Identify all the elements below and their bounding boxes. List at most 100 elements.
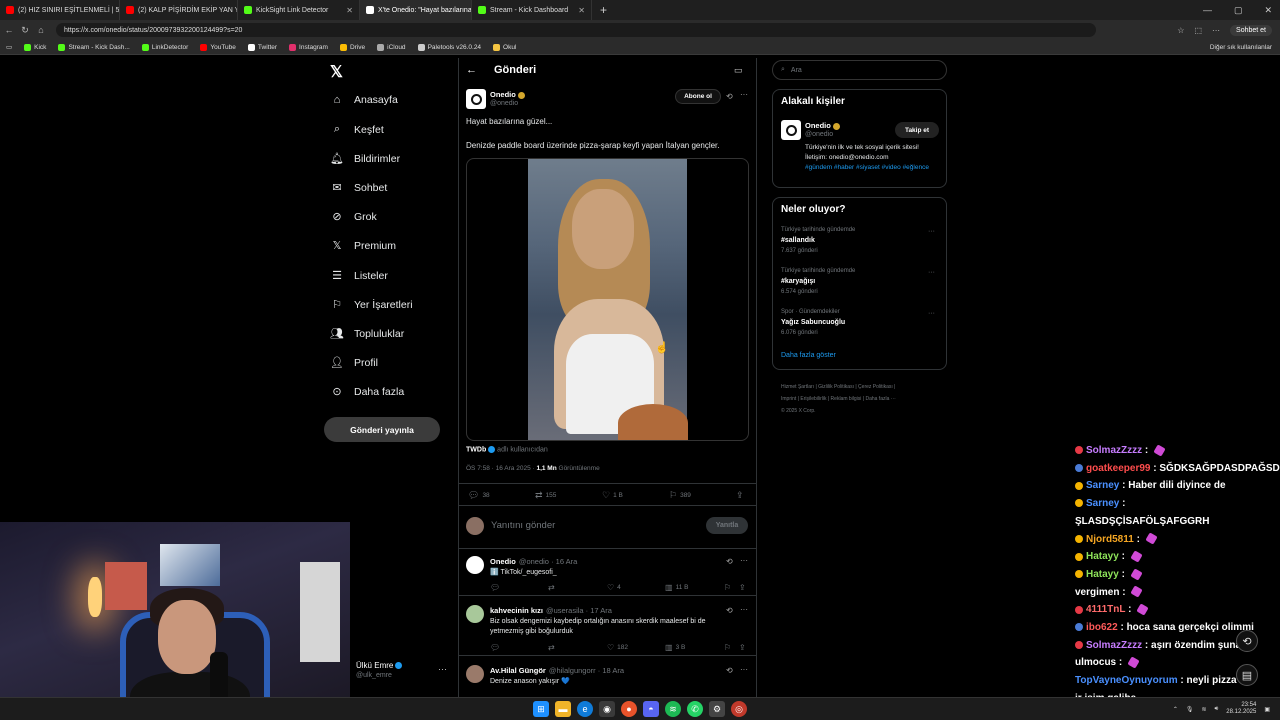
chat-overlay-icon[interactable]: ▤: [1236, 664, 1258, 686]
chat-username[interactable]: goatkeeper99: [1086, 463, 1150, 474]
bookmark-item[interactable]: YouTube: [200, 43, 236, 51]
home-icon[interactable]: ⌂: [34, 25, 48, 35]
nav-item[interactable]: 👤︎ Profil: [330, 356, 378, 370]
sync-icon[interactable]: ⟲: [1236, 630, 1258, 652]
chat-username[interactable]: Hatayy: [1086, 551, 1119, 562]
avatar[interactable]: [466, 556, 484, 574]
nav-item[interactable]: ⌕ Keşfet: [330, 123, 384, 136]
edge-icon[interactable]: e: [577, 701, 593, 717]
trend-name[interactable]: #sallandık: [781, 237, 815, 244]
grok-icon[interactable]: ⟲: [726, 92, 733, 101]
comment-action[interactable]: ♡ 4: [607, 583, 621, 592]
related-name[interactable]: Onedio: [805, 121, 840, 130]
nav-item[interactable]: ⌂ Anasayfa: [330, 94, 398, 106]
other-bookmarks[interactable]: Diğer sık kullanılanlar: [1210, 44, 1280, 51]
comment-action[interactable]: 💬︎: [490, 583, 500, 592]
nav-item[interactable]: ⊙ Daha fazla: [330, 385, 404, 399]
comment-action[interactable]: ⚐: [724, 583, 731, 592]
comment-action[interactable]: ⇄: [548, 643, 555, 652]
url-bar[interactable]: https://x.com/onedio/status/200097393220…: [56, 23, 1096, 37]
chat-username[interactable]: TopVayneOynuyorum: [1075, 675, 1178, 686]
like-action[interactable]: ♡ 1 B: [602, 490, 623, 501]
mic-icon[interactable]: 🎙︎: [1186, 706, 1194, 713]
chat-username[interactable]: 4111TnL: [1086, 604, 1125, 615]
more-icon[interactable]: ···: [740, 90, 748, 99]
bookmark-item[interactable]: Instagram: [289, 43, 328, 51]
nav-item[interactable]: ✉ Sohbet: [330, 181, 387, 195]
bookmark-item[interactable]: Twitter: [247, 43, 277, 51]
chat-username[interactable]: ulmocus: [1075, 657, 1116, 668]
close-icon[interactable]: ✕: [1264, 5, 1272, 16]
grok-icon[interactable]: ⟲: [726, 666, 733, 675]
app-icon[interactable]: ⚙: [709, 701, 725, 717]
browser-tab[interactable]: X'te Onedio: "Hayat bazılarına✕: [360, 0, 472, 20]
avatar[interactable]: [781, 120, 801, 140]
trend-name[interactable]: Yağız Sabuncuoğlu: [781, 319, 845, 326]
share-action[interactable]: ⇪: [736, 490, 744, 501]
post-video[interactable]: [466, 158, 749, 441]
comment-author[interactable]: Av.Hilal Güngör @hilalgungorr · 18 Ara: [490, 666, 624, 675]
record-icon[interactable]: ◎: [731, 701, 747, 717]
bookmark-item[interactable]: iCloud: [377, 43, 406, 51]
browser-icon[interactable]: ●: [621, 701, 637, 717]
more-icon[interactable]: ···: [928, 269, 935, 276]
windows-start-icon[interactable]: ⊞: [533, 701, 549, 717]
file-explorer-icon[interactable]: ▬: [555, 701, 571, 717]
reply-button[interactable]: Yanıtla: [706, 517, 748, 534]
grok-icon[interactable]: ⟲: [726, 557, 733, 566]
post-author-name[interactable]: Onedio: [490, 90, 525, 99]
chat-username[interactable]: Hatayy: [1086, 569, 1119, 580]
reader-icon[interactable]: ▭: [734, 65, 743, 76]
refresh-icon[interactable]: ↻: [18, 25, 32, 36]
comment-action[interactable]: ▥ 3 B: [665, 643, 685, 652]
avatar[interactable]: [466, 605, 484, 623]
back-icon[interactable]: ←: [2, 25, 16, 35]
clock[interactable]: 23:54 28.12.2025: [1226, 702, 1256, 716]
post-button[interactable]: Gönderi yayınla: [324, 417, 440, 442]
search-input[interactable]: ⌕ Ara: [772, 60, 947, 80]
avatar[interactable]: [466, 665, 484, 683]
back-arrow-icon[interactable]: ←: [466, 64, 477, 76]
show-more-link[interactable]: Daha fazla göster: [781, 352, 836, 359]
star-icon[interactable]: ☆: [1177, 26, 1184, 35]
more-icon[interactable]: ···: [438, 664, 447, 674]
close-tab-icon[interactable]: ✕: [346, 6, 353, 15]
comment-action[interactable]: ▥ 11 B: [665, 583, 688, 592]
menu-icon[interactable]: ···: [1212, 26, 1220, 35]
discord-icon[interactable]: ◓: [643, 701, 659, 717]
reply-action[interactable]: 💬︎ 38: [468, 490, 490, 501]
nav-item[interactable]: 👥︎ Topluluklar: [330, 327, 404, 341]
chat-username[interactable]: SolmazZzzz: [1086, 640, 1142, 651]
sidebar-toggle-icon[interactable]: ▭: [6, 43, 12, 51]
volume-icon[interactable]: 🔊︎: [1215, 706, 1219, 713]
post-author-handle[interactable]: @onedio: [490, 100, 518, 107]
account-switcher[interactable]: Ülkü Emre @ulk_emre: [356, 661, 403, 679]
bookmark-item[interactable]: Drive: [339, 43, 365, 51]
bio-tags[interactable]: #gündem #haber #siyaset #video #eğlence: [805, 164, 929, 171]
nav-item[interactable]: ☰ Listeler: [330, 269, 388, 283]
x-logo-icon[interactable]: 𝕏: [330, 62, 343, 82]
nav-item[interactable]: ⊘ Grok: [330, 210, 376, 224]
reply-input[interactable]: Yanıtını gönder: [491, 520, 555, 531]
tray-arrow-icon[interactable]: ⌃: [1173, 706, 1178, 713]
browser-tab[interactable]: KickSight Link Detector ✕: [238, 0, 360, 20]
bookmark-item[interactable]: Paletools v26.0.24: [417, 43, 481, 51]
avatar[interactable]: [466, 89, 486, 109]
browser-tab[interactable]: (2) KALP PİŞİRDİM EKİP YAN YATTI✕: [120, 0, 238, 20]
spotify-icon[interactable]: ≋: [665, 701, 681, 717]
comment-action[interactable]: ⇪: [739, 583, 746, 592]
follow-button[interactable]: Takip et: [895, 122, 939, 138]
comment-action[interactable]: ♡ 182: [607, 643, 628, 652]
minimize-icon[interactable]: —: [1203, 5, 1212, 15]
steam-icon[interactable]: ◉: [599, 701, 615, 717]
bookmark-item[interactable]: LinkDetector: [141, 43, 188, 51]
more-icon[interactable]: ···: [740, 665, 748, 674]
more-icon[interactable]: ···: [740, 605, 748, 614]
comment-author[interactable]: kahvecinin kızı @userasila · 17 Ara: [490, 606, 612, 615]
related-handle[interactable]: @onedio: [805, 131, 833, 138]
maximize-icon[interactable]: ▢: [1234, 5, 1243, 16]
wifi-icon[interactable]: ≋: [1201, 706, 1206, 713]
chat-username[interactable]: Sarney: [1086, 498, 1119, 509]
more-icon[interactable]: ···: [740, 556, 748, 565]
comment-author[interactable]: Onedio @onedio · 16 Ara: [490, 557, 577, 566]
